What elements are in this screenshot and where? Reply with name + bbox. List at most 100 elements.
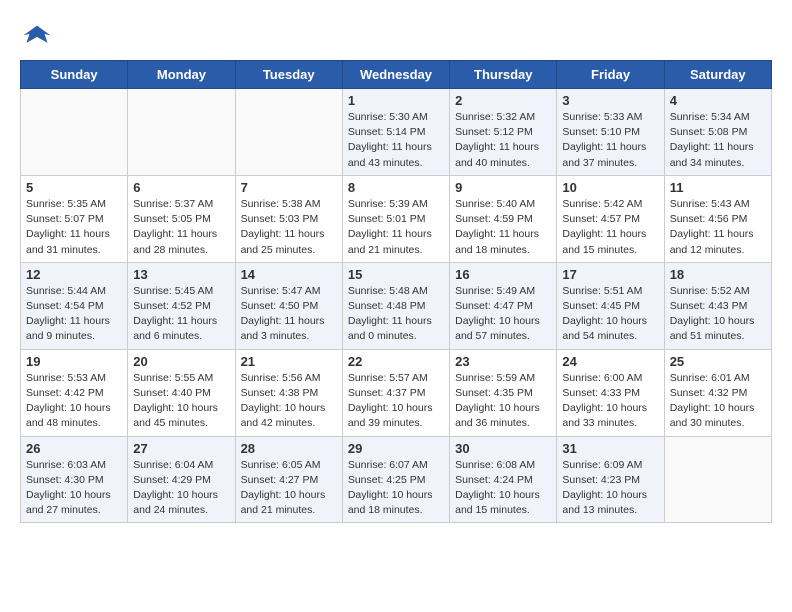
calendar-cell: 1 Sunrise: 5:30 AM Sunset: 5:14 PM Daylig…	[342, 89, 449, 176]
calendar-cell: 13 Sunrise: 5:45 AM Sunset: 4:52 PM Dayli…	[128, 262, 235, 349]
day-number: 11	[670, 180, 766, 195]
day-info: Sunrise: 6:07 AM Sunset: 4:25 PM Dayligh…	[348, 458, 444, 519]
day-info: Sunrise: 5:37 AM Sunset: 5:05 PM Dayligh…	[133, 197, 229, 258]
calendar-cell: 11 Sunrise: 5:43 AM Sunset: 4:56 PM Dayli…	[664, 175, 771, 262]
calendar-cell: 24 Sunrise: 6:00 AM Sunset: 4:33 PM Dayli…	[557, 349, 664, 436]
day-info: Sunrise: 6:04 AM Sunset: 4:29 PM Dayligh…	[133, 458, 229, 519]
calendar-cell: 27Sunrise: 6:04 AM Sunset: 4:29 PM Dayli…	[128, 436, 235, 523]
day-number: 16	[455, 267, 551, 282]
day-info: Sunrise: 6:08 AM Sunset: 4:24 PM Dayligh…	[455, 458, 551, 519]
calendar-week-row: 12 Sunrise: 5:44 AM Sunset: 4:54 PM Dayli…	[21, 262, 772, 349]
calendar-cell: 22 Sunrise: 5:57 AM Sunset: 4:37 PM Dayli…	[342, 349, 449, 436]
logo	[20, 20, 52, 50]
calendar-cell: 18Sunrise: 5:52 AM Sunset: 4:43 PM Dayli…	[664, 262, 771, 349]
calendar-cell: 28 Sunrise: 6:05 AM Sunset: 4:27 PM Dayli…	[235, 436, 342, 523]
day-info: Sunrise: 5:44 AM Sunset: 4:54 PM Dayligh…	[26, 284, 122, 345]
day-number: 2	[455, 93, 551, 108]
calendar-table: SundayMondayTuesdayWednesdayThursdayFrid…	[20, 60, 772, 523]
calendar-cell: 16Sunrise: 5:49 AM Sunset: 4:47 PM Dayli…	[450, 262, 557, 349]
calendar-cell: 20 Sunrise: 5:55 AM Sunset: 4:40 PM Dayli…	[128, 349, 235, 436]
day-info: Sunrise: 5:59 AM Sunset: 4:35 PM Dayligh…	[455, 371, 551, 432]
day-info: Sunrise: 5:42 AM Sunset: 4:57 PM Dayligh…	[562, 197, 658, 258]
weekday-header: Tuesday	[235, 61, 342, 89]
weekday-header: Friday	[557, 61, 664, 89]
day-info: Sunrise: 5:30 AM Sunset: 5:14 PM Dayligh…	[348, 110, 444, 171]
day-number: 18	[670, 267, 766, 282]
calendar-week-row: 19 Sunrise: 5:53 AM Sunset: 4:42 PM Dayli…	[21, 349, 772, 436]
day-info: Sunrise: 5:45 AM Sunset: 4:52 PM Dayligh…	[133, 284, 229, 345]
day-info: Sunrise: 6:05 AM Sunset: 4:27 PM Dayligh…	[241, 458, 337, 519]
calendar-cell: 15 Sunrise: 5:48 AM Sunset: 4:48 PM Dayli…	[342, 262, 449, 349]
day-info: Sunrise: 5:53 AM Sunset: 4:42 PM Dayligh…	[26, 371, 122, 432]
day-number: 9	[455, 180, 551, 195]
day-info: Sunrise: 6:01 AM Sunset: 4:32 PM Dayligh…	[670, 371, 766, 432]
day-info: Sunrise: 5:32 AM Sunset: 5:12 PM Dayligh…	[455, 110, 551, 171]
day-info: Sunrise: 5:47 AM Sunset: 4:50 PM Dayligh…	[241, 284, 337, 345]
day-number: 7	[241, 180, 337, 195]
calendar-cell: 4 Sunrise: 5:34 AM Sunset: 5:08 PM Daylig…	[664, 89, 771, 176]
calendar-cell: 26Sunrise: 6:03 AM Sunset: 4:30 PM Dayli…	[21, 436, 128, 523]
weekday-header: Wednesday	[342, 61, 449, 89]
day-number: 24	[562, 354, 658, 369]
day-info: Sunrise: 6:00 AM Sunset: 4:33 PM Dayligh…	[562, 371, 658, 432]
day-number: 4	[670, 93, 766, 108]
calendar-cell: 31 Sunrise: 6:09 AM Sunset: 4:23 PM Dayli…	[557, 436, 664, 523]
day-number: 28	[241, 441, 337, 456]
day-number: 19	[26, 354, 122, 369]
day-info: Sunrise: 5:34 AM Sunset: 5:08 PM Dayligh…	[670, 110, 766, 171]
day-number: 3	[562, 93, 658, 108]
calendar-cell: 3Sunrise: 5:33 AM Sunset: 5:10 PM Daylig…	[557, 89, 664, 176]
calendar-cell: 17 Sunrise: 5:51 AM Sunset: 4:45 PM Dayli…	[557, 262, 664, 349]
day-number: 1	[348, 93, 444, 108]
day-info: Sunrise: 5:57 AM Sunset: 4:37 PM Dayligh…	[348, 371, 444, 432]
calendar-cell: 25 Sunrise: 6:01 AM Sunset: 4:32 PM Dayli…	[664, 349, 771, 436]
calendar-week-row: 26Sunrise: 6:03 AM Sunset: 4:30 PM Dayli…	[21, 436, 772, 523]
calendar-cell: 21 Sunrise: 5:56 AM Sunset: 4:38 PM Dayli…	[235, 349, 342, 436]
calendar-week-row: 5 Sunrise: 5:35 AM Sunset: 5:07 PM Daylig…	[21, 175, 772, 262]
calendar-cell: 29 Sunrise: 6:07 AM Sunset: 4:25 PM Dayli…	[342, 436, 449, 523]
day-number: 23	[455, 354, 551, 369]
day-number: 25	[670, 354, 766, 369]
calendar-week-row: 1 Sunrise: 5:30 AM Sunset: 5:14 PM Daylig…	[21, 89, 772, 176]
day-number: 5	[26, 180, 122, 195]
day-number: 17	[562, 267, 658, 282]
day-number: 13	[133, 267, 229, 282]
page-header	[20, 20, 772, 50]
calendar-header-row: SundayMondayTuesdayWednesdayThursdayFrid…	[21, 61, 772, 89]
day-info: Sunrise: 5:55 AM Sunset: 4:40 PM Dayligh…	[133, 371, 229, 432]
logo-text	[20, 20, 52, 50]
calendar-cell	[21, 89, 128, 176]
day-number: 15	[348, 267, 444, 282]
calendar-cell: 10 Sunrise: 5:42 AM Sunset: 4:57 PM Dayli…	[557, 175, 664, 262]
day-info: Sunrise: 5:48 AM Sunset: 4:48 PM Dayligh…	[348, 284, 444, 345]
day-number: 22	[348, 354, 444, 369]
weekday-header: Sunday	[21, 61, 128, 89]
day-number: 29	[348, 441, 444, 456]
weekday-header: Thursday	[450, 61, 557, 89]
calendar-cell: 30Sunrise: 6:08 AM Sunset: 4:24 PM Dayli…	[450, 436, 557, 523]
day-number: 21	[241, 354, 337, 369]
day-info: Sunrise: 5:43 AM Sunset: 4:56 PM Dayligh…	[670, 197, 766, 258]
day-number: 6	[133, 180, 229, 195]
day-info: Sunrise: 6:09 AM Sunset: 4:23 PM Dayligh…	[562, 458, 658, 519]
calendar-cell	[235, 89, 342, 176]
day-info: Sunrise: 5:35 AM Sunset: 5:07 PM Dayligh…	[26, 197, 122, 258]
day-info: Sunrise: 5:56 AM Sunset: 4:38 PM Dayligh…	[241, 371, 337, 432]
day-number: 26	[26, 441, 122, 456]
calendar-cell: 8Sunrise: 5:39 AM Sunset: 5:01 PM Daylig…	[342, 175, 449, 262]
calendar-cell: 23 Sunrise: 5:59 AM Sunset: 4:35 PM Dayli…	[450, 349, 557, 436]
calendar-cell: 5 Sunrise: 5:35 AM Sunset: 5:07 PM Daylig…	[21, 175, 128, 262]
day-number: 20	[133, 354, 229, 369]
calendar-cell	[664, 436, 771, 523]
calendar-cell: 9Sunrise: 5:40 AM Sunset: 4:59 PM Daylig…	[450, 175, 557, 262]
calendar-cell: 7 Sunrise: 5:38 AM Sunset: 5:03 PM Daylig…	[235, 175, 342, 262]
day-info: Sunrise: 5:38 AM Sunset: 5:03 PM Dayligh…	[241, 197, 337, 258]
day-info: Sunrise: 5:39 AM Sunset: 5:01 PM Dayligh…	[348, 197, 444, 258]
calendar-cell: 6 Sunrise: 5:37 AM Sunset: 5:05 PM Daylig…	[128, 175, 235, 262]
day-info: Sunrise: 5:51 AM Sunset: 4:45 PM Dayligh…	[562, 284, 658, 345]
day-number: 10	[562, 180, 658, 195]
day-number: 12	[26, 267, 122, 282]
calendar-cell	[128, 89, 235, 176]
calendar-cell: 2 Sunrise: 5:32 AM Sunset: 5:12 PM Daylig…	[450, 89, 557, 176]
day-number: 31	[562, 441, 658, 456]
